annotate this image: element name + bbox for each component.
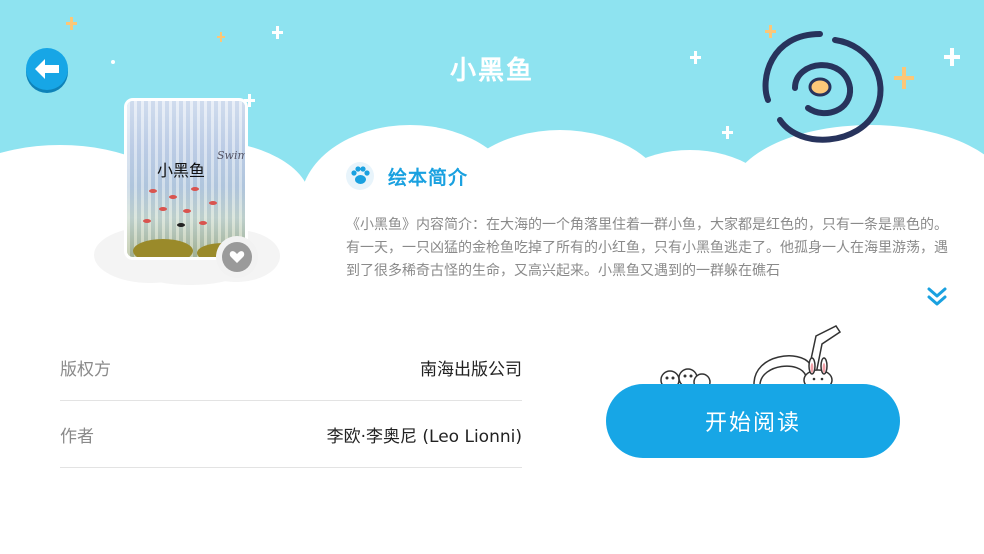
favorite-button[interactable] <box>222 242 252 272</box>
paw-icon <box>346 162 374 190</box>
detail-key: 作者 <box>60 426 94 447</box>
start-reading-button[interactable]: 开始阅读 <box>606 384 900 458</box>
critters-illustration <box>660 325 842 388</box>
book-cover[interactable]: 小黑鱼 Swim <box>127 101 245 257</box>
heart-icon <box>229 251 245 263</box>
intro-text: 《小黑鱼》内容简介：在大海的一个角落里住着一群小鱼，大家都是红色的，只有一条是黑… <box>346 217 948 279</box>
book-detail-screen: 小黑鱼 小黑鱼 Swim 绘本简介 《小黑鱼》内容简介：在大海的一个角落里住着一… <box>0 0 984 554</box>
book-cover-card[interactable]: 小黑鱼 Swim <box>96 96 286 296</box>
book-details: 版权方 南海出版公司 作者 李欧·李奥尼 (Leo Lionni) <box>60 334 522 468</box>
detail-row-publisher: 版权方 南海出版公司 <box>60 334 522 401</box>
detail-value: 南海出版公司 <box>420 359 522 380</box>
expand-intro-button[interactable] <box>926 286 948 308</box>
detail-row-author: 作者 李欧·李奥尼 (Leo Lionni) <box>60 401 522 468</box>
intro-header: 绘本简介 <box>346 162 468 190</box>
intro-heading: 绘本简介 <box>388 166 469 189</box>
detail-key: 版权方 <box>60 359 111 380</box>
cover-subtitle: Swim <box>217 149 245 162</box>
cover-title: 小黑鱼 <box>157 161 206 180</box>
double-chevron-down-icon <box>927 287 947 306</box>
detail-value: 李欧·李奥尼 (Leo Lionni) <box>326 426 522 447</box>
page-title: 小黑鱼 <box>449 56 534 86</box>
